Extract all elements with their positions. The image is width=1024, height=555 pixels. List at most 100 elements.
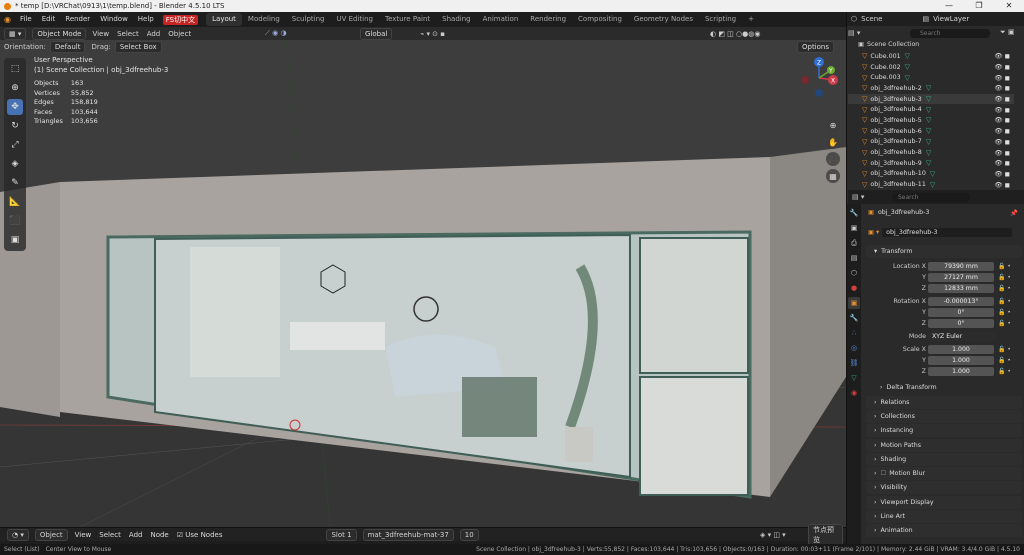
rotation-y-field[interactable]: 0°: [928, 308, 994, 317]
line-art-panel[interactable]: › Line Art: [866, 510, 1022, 523]
visibility-eye-icon[interactable]: 👁◼: [994, 63, 1012, 71]
select-box-icon[interactable]: ⬚: [7, 61, 23, 77]
lock-icon[interactable]: 🔓 •: [998, 309, 1011, 316]
rotation-x-field[interactable]: -0.000013°: [928, 297, 994, 306]
properties-editor-icon[interactable]: ▤ ▾: [852, 193, 864, 201]
add-primitive-icon[interactable]: ▣: [7, 232, 23, 248]
physics-tab-icon[interactable]: ◎: [848, 342, 860, 354]
maximize-button[interactable]: ❐: [964, 0, 994, 12]
tab-animation[interactable]: Animation: [477, 13, 525, 26]
lock-icon[interactable]: 🔓 •: [998, 320, 1011, 327]
minimize-button[interactable]: —: [934, 0, 964, 12]
outliner-search-input[interactable]: Search: [910, 29, 990, 38]
outliner-item-active[interactable]: ▽ obj_3dfreehub-3 ▽ 👁◼: [848, 93, 1014, 105]
tab-uv-editing[interactable]: UV Editing: [330, 13, 379, 26]
blender-menu-icon[interactable]: ◉: [0, 15, 15, 24]
tab-geometry-nodes[interactable]: Geometry Nodes: [628, 13, 699, 26]
visibility-eye-icon[interactable]: 👁◼: [994, 84, 1012, 92]
rotate-icon[interactable]: ↻: [7, 118, 23, 134]
view-layer-tab-icon[interactable]: ▤: [848, 252, 860, 264]
pan-hand-icon[interactable]: ✋: [826, 135, 840, 149]
tab-scripting[interactable]: Scripting: [699, 13, 742, 26]
pin-icon[interactable]: 📌: [1010, 209, 1018, 217]
lock-icon[interactable]: 🔓 •: [998, 263, 1011, 270]
output-tab-icon[interactable]: ⎙: [848, 237, 860, 249]
outliner-item[interactable]: ▽ Cube.002 ▽ 👁◼: [848, 62, 1014, 73]
outliner-item[interactable]: ▽ obj_3dfreehub-2 ▽ 👁◼: [848, 83, 1014, 94]
transform-orientation-select[interactable]: Global: [360, 27, 393, 40]
vp-menu-select[interactable]: Select: [117, 30, 139, 38]
slot-select[interactable]: Slot 1: [326, 528, 357, 541]
lock-icon[interactable]: 🔓 •: [998, 357, 1011, 364]
animation-panel[interactable]: › Animation: [866, 524, 1022, 537]
outliner-item[interactable]: ▽ obj_3dfreehub-10 ▽ 👁◼: [848, 169, 1014, 180]
menu-help[interactable]: Help: [133, 12, 159, 27]
tab-texture-paint[interactable]: Texture Paint: [379, 13, 436, 26]
scale-z-field[interactable]: 1.000: [928, 367, 994, 376]
lock-icon[interactable]: 🔓 •: [998, 274, 1011, 281]
tab-compositing[interactable]: Compositing: [572, 13, 628, 26]
particles-tab-icon[interactable]: ∴: [848, 327, 860, 339]
rotation-z-field[interactable]: 0°: [928, 319, 994, 328]
location-y-field[interactable]: 27127 mm: [928, 273, 994, 282]
outliner-item[interactable]: ▽ obj_3dfreehub-5 ▽ 👁◼: [848, 115, 1014, 126]
editor-type-button[interactable]: ◔ ▾: [7, 528, 29, 541]
node-menu-add[interactable]: Add: [125, 531, 147, 539]
ime-badge[interactable]: FS切中文: [162, 14, 199, 25]
outliner-item[interactable]: ▽ Cube.003 ▽ 👁◼: [848, 72, 1014, 83]
modifier-tab-icon[interactable]: 🔧: [848, 312, 860, 324]
shading-panel[interactable]: › Shading: [866, 453, 1022, 466]
instancing-panel[interactable]: › Instancing: [866, 424, 1022, 437]
constraints-tab-icon[interactable]: ⛓: [848, 357, 860, 369]
zoom-icon[interactable]: ⊕: [826, 118, 840, 132]
scale-y-field[interactable]: 1.000: [928, 356, 994, 365]
snap-icon[interactable]: ⌁ ▾ ⊙ ▪: [420, 30, 445, 38]
filter-funnel-icon[interactable]: ⏷ ▣: [1000, 28, 1014, 37]
tool-tab-icon[interactable]: 🔧: [848, 207, 860, 219]
cursor-icon[interactable]: ⊕: [7, 80, 23, 96]
world-tab-icon[interactable]: ●: [848, 282, 860, 294]
menu-render[interactable]: Render: [60, 12, 95, 27]
transform-panel-header[interactable]: ▾ Transform: [866, 245, 1022, 258]
node-menu-view[interactable]: View: [71, 531, 96, 539]
drag-select[interactable]: Select Box: [114, 40, 162, 53]
menu-file[interactable]: File: [15, 12, 37, 27]
scale-x-field[interactable]: 1.000: [928, 345, 994, 354]
visibility-panel[interactable]: › Visibility: [866, 481, 1022, 494]
vp-menu-view[interactable]: View: [92, 30, 109, 38]
checkbox-icon[interactable]: ☐: [881, 470, 887, 477]
outliner-item[interactable]: ▽ obj_3dfreehub-7 ▽ 👁◼: [848, 137, 1014, 148]
annotate-icon[interactable]: ✎: [7, 175, 23, 191]
vp-menu-object[interactable]: Object: [168, 30, 191, 38]
navigation-gizmo[interactable]: Z Y X: [798, 56, 840, 98]
visibility-eye-icon[interactable]: 👁◼: [994, 116, 1012, 124]
shading-buttons[interactable]: ◐ ◩ ◫ ○●◍◉: [710, 30, 760, 38]
visibility-eye-icon[interactable]: 👁◼: [994, 106, 1012, 114]
visibility-eye-icon[interactable]: 👁◼: [994, 95, 1012, 103]
properties-search-input[interactable]: Search: [892, 193, 970, 202]
outliner-item[interactable]: ▽ obj_3dfreehub-9 ▽ 👁◼: [848, 158, 1014, 169]
outliner-filter-icon[interactable]: ▤ ▾: [848, 29, 860, 37]
outliner-root[interactable]: ▣ Scene Collection: [858, 41, 919, 48]
motion-paths-panel[interactable]: › Motion Paths: [866, 439, 1022, 452]
measure-icon[interactable]: 📐: [7, 194, 23, 210]
scale-icon[interactable]: ⤢: [7, 137, 23, 153]
visibility-eye-icon[interactable]: 👁◼: [994, 159, 1012, 167]
mode-select[interactable]: Object Mode: [32, 27, 87, 40]
material-users[interactable]: 10: [459, 528, 479, 541]
orientation-select[interactable]: Default: [49, 40, 86, 53]
select-tool-icon[interactable]: ⟋ ◉ ◑: [265, 29, 287, 38]
object-name-input[interactable]: obj_3dfreehub-3: [882, 228, 1013, 237]
material-select[interactable]: mat_3dfreehub-mat-37: [362, 528, 454, 541]
visibility-eye-icon[interactable]: 👁◼: [994, 181, 1012, 189]
tab-shading[interactable]: Shading: [436, 13, 476, 26]
lock-icon[interactable]: 🔓 •: [998, 346, 1011, 353]
add-cube-icon[interactable]: ⬛: [7, 213, 23, 229]
relations-panel[interactable]: › Relations: [866, 396, 1022, 409]
move-icon[interactable]: ✥: [7, 99, 23, 115]
material-tab-icon[interactable]: ◉: [848, 387, 860, 399]
add-workspace-button[interactable]: +: [742, 13, 760, 26]
tab-layout[interactable]: Layout: [206, 13, 242, 26]
visibility-eye-icon[interactable]: 👁◼: [994, 74, 1012, 82]
scene-tab-icon[interactable]: ⬡: [848, 267, 860, 279]
